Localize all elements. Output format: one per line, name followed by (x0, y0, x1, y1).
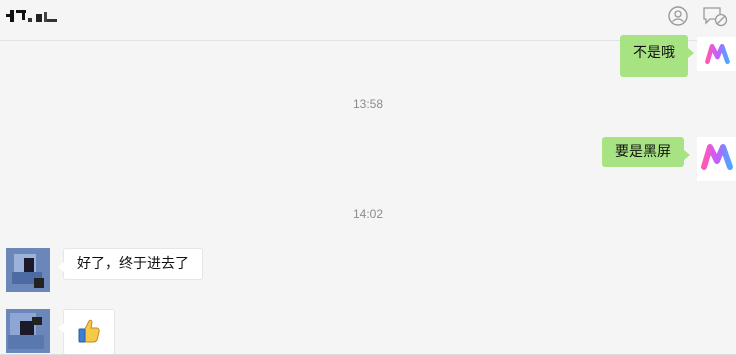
my-avatar[interactable] (697, 37, 736, 71)
mute-chat-icon[interactable] (702, 5, 728, 27)
thumbs-up-icon (78, 319, 100, 343)
contact-avatar[interactable] (6, 309, 50, 353)
message-text: 不是哦 (633, 45, 675, 61)
chat-title-redacted (6, 8, 70, 24)
message-text: 好了，终于进去了 (77, 256, 189, 272)
message-text: 要是黑屏 (615, 144, 671, 160)
user-settings-icon[interactable] (667, 5, 689, 27)
contact-avatar[interactable] (6, 248, 50, 292)
timestamp: 13:58 (352, 97, 384, 111)
message-list[interactable]: 不是哦 13:58 要是黑屏 14:02 好了，终于进去了 (0, 35, 736, 355)
my-avatar[interactable] (697, 137, 736, 181)
timestamp: 14:02 (352, 207, 384, 221)
message-bubble-contact[interactable] (58, 309, 115, 355)
message-bubble-mine[interactable]: 要是黑屏 (602, 137, 690, 167)
message-bubble-contact[interactable]: 好了，终于进去了 (58, 248, 203, 280)
message-bubble-mine[interactable]: 不是哦 (620, 35, 694, 77)
